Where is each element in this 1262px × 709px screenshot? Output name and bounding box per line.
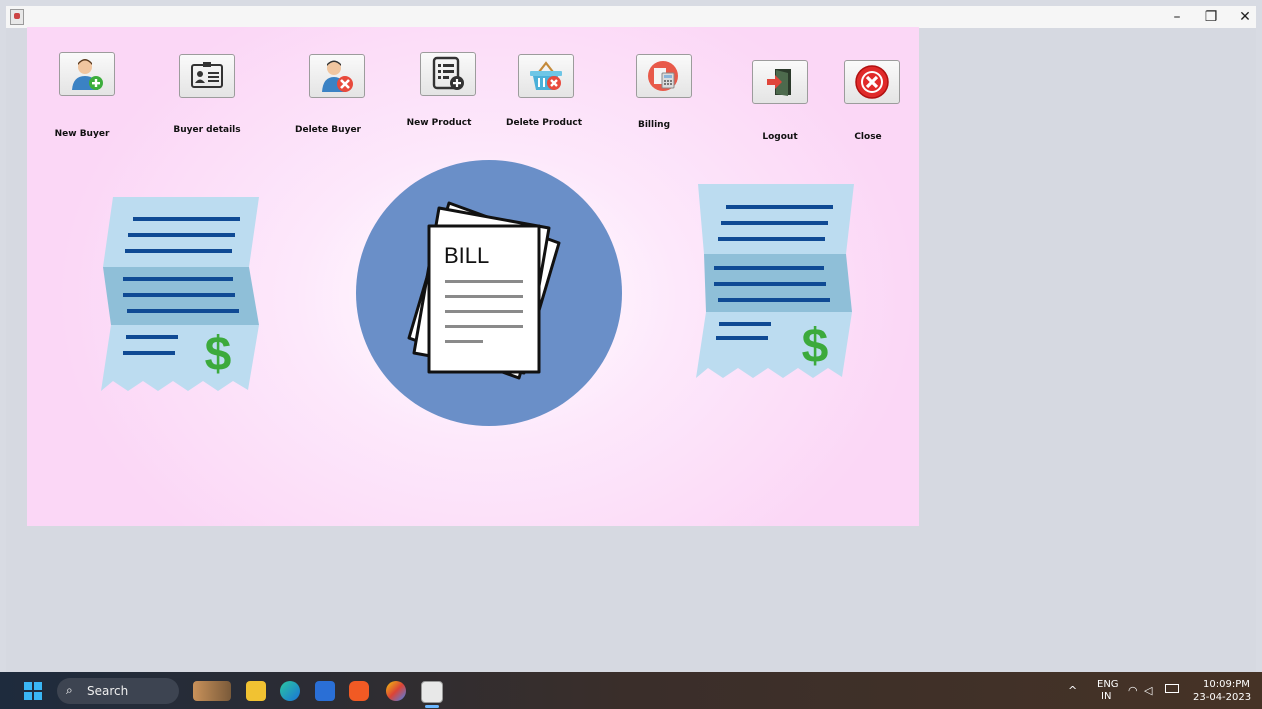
- taskbar: ⌕ Search ^ ENG IN ◠ ◁ 10:09:PM 23-04-202…: [0, 672, 1262, 709]
- wifi-icon[interactable]: ◠: [1128, 684, 1138, 697]
- id-card-icon: [191, 62, 223, 88]
- add-user-icon: [72, 59, 103, 90]
- minimize-button[interactable]: –: [1160, 6, 1194, 28]
- volume-icon[interactable]: ◁: [1144, 684, 1152, 697]
- file-explorer-icon[interactable]: [246, 681, 266, 701]
- buyer-details-button[interactable]: [179, 54, 235, 98]
- brave-browser-icon[interactable]: [349, 681, 369, 701]
- dollar-sign-left: $: [205, 328, 232, 381]
- app-window: – ❐ ✕ New Buyer Buyer details Delete Buy…: [6, 6, 1256, 672]
- title-bar: – ❐ ✕: [6, 6, 1256, 28]
- taskbar-search[interactable]: ⌕ Search: [57, 678, 179, 704]
- java-app-icon: [10, 9, 24, 25]
- delete-product-button[interactable]: [518, 54, 574, 98]
- delete-buyer-button[interactable]: [309, 54, 365, 98]
- buyer-details-label: Buyer details: [173, 125, 241, 135]
- search-label: Search: [87, 684, 129, 698]
- new-product-button[interactable]: [420, 52, 476, 96]
- new-buyer-button[interactable]: [59, 52, 115, 96]
- new-product-label: New Product: [406, 118, 472, 128]
- main-panel: New Buyer Buyer details Delete Buyer New…: [27, 27, 919, 526]
- chrome-icon[interactable]: [386, 681, 406, 701]
- billing-calculator-icon: [648, 61, 678, 91]
- dollar-sign-right: $: [802, 320, 829, 373]
- receipt-illustration-right: $: [696, 184, 854, 378]
- close-label: Close: [854, 132, 882, 142]
- battery-icon[interactable]: [1165, 684, 1179, 693]
- store-icon[interactable]: [315, 681, 335, 701]
- delete-basket-icon: [530, 61, 562, 90]
- add-list-icon: [432, 56, 464, 90]
- close-window-button[interactable]: ✕: [1228, 6, 1262, 28]
- tray-chevron-icon[interactable]: ^: [1068, 684, 1077, 697]
- language-indicator[interactable]: ENG: [1097, 679, 1119, 690]
- delete-buyer-label: Delete Buyer: [295, 125, 361, 135]
- search-icon: ⌕: [66, 683, 73, 697]
- active-app-indicator: [425, 705, 439, 708]
- java-app-taskbar-icon[interactable]: [421, 681, 443, 703]
- clock-date[interactable]: 23-04-2023: [1193, 692, 1251, 703]
- receipt-illustration-left: $: [101, 197, 259, 391]
- logout-label: Logout: [762, 132, 798, 142]
- maximize-button[interactable]: ❐: [1194, 6, 1228, 28]
- edge-browser-icon[interactable]: [280, 681, 300, 701]
- clock-time[interactable]: 10:09:PM: [1203, 679, 1250, 690]
- windows-start-icon[interactable]: [24, 682, 42, 700]
- close-button[interactable]: [844, 60, 900, 104]
- delete-product-label: Delete Product: [505, 118, 583, 128]
- bill-title: BILL: [444, 243, 489, 268]
- logout-door-icon: [767, 69, 791, 96]
- remove-user-icon: [322, 60, 353, 92]
- bill-circle-illustration: BILL: [356, 160, 622, 426]
- logout-button[interactable]: [752, 60, 808, 104]
- close-x-icon: [855, 65, 889, 99]
- billing-button[interactable]: [636, 54, 692, 98]
- region-indicator: IN: [1101, 691, 1112, 702]
- widgets-icon[interactable]: [193, 681, 231, 701]
- billing-label: Billing: [637, 120, 671, 130]
- new-buyer-label: New Buyer: [54, 129, 110, 139]
